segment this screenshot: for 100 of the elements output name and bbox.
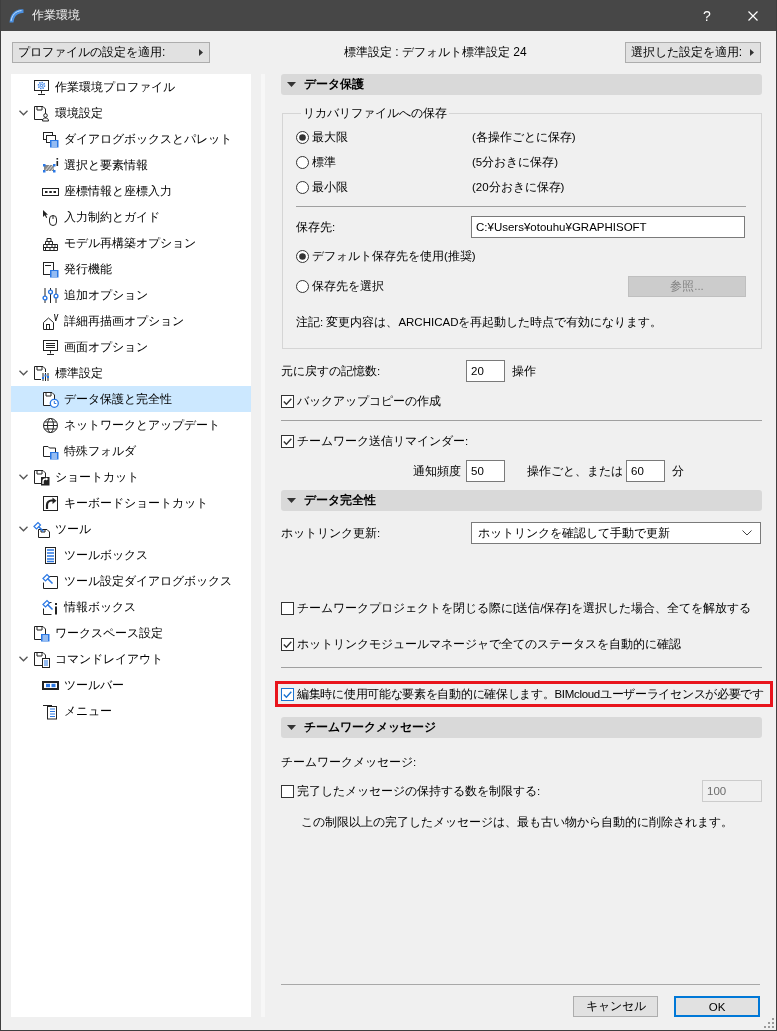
note-text: この制限以上の完了したメッセージは、最も古い物から自動的に削除されます。	[301, 814, 733, 830]
tree-item[interactable]: ツール設定ダイアログボックス	[11, 568, 251, 594]
section-header[interactable]: チームワークメッセージ	[281, 717, 762, 738]
tree-item[interactable]: ネットワークとアップデート	[11, 412, 251, 438]
unit-label: 操作ごと、または	[527, 463, 623, 479]
checkbox-label: チームワーク送信リマインダー:	[297, 433, 469, 449]
radio-button[interactable]	[296, 280, 309, 293]
number-field[interactable]: 50	[466, 460, 505, 482]
window-title: 作業環境	[32, 7, 80, 24]
tree-item[interactable]: メニュー	[11, 698, 251, 724]
tree-item[interactable]: 詳細再描画オプション	[11, 308, 251, 334]
tree-item[interactable]: 発行機能	[11, 256, 251, 282]
tree-item[interactable]: 情報ボックス	[11, 594, 251, 620]
menu-list-icon	[42, 702, 59, 720]
chevron-down-icon[interactable]	[19, 110, 28, 116]
checkbox[interactable]	[281, 434, 294, 448]
field-label: ホットリンク更新:	[281, 525, 381, 541]
checkbox[interactable]	[281, 394, 294, 408]
unit-label: 分	[672, 463, 684, 479]
caret-down-icon	[287, 725, 296, 730]
checkbox[interactable]	[281, 687, 294, 701]
chevron-down-icon[interactable]	[19, 656, 28, 662]
chevron-down-icon[interactable]	[19, 370, 28, 376]
current-profile-label: 標準設定 : デフォルト標準設定 24	[344, 44, 527, 61]
tree-item[interactable]: 入力制約とガイド	[11, 204, 251, 230]
unit-label: 操作	[512, 363, 536, 379]
tree-item[interactable]: ツールバー	[11, 672, 251, 698]
close-icon	[748, 10, 758, 21]
floppy-clock-icon	[42, 390, 59, 408]
apply-profile-button[interactable]: プロファイルの設定を適用:	[12, 42, 210, 63]
tree-item[interactable]: データ保護と完全性	[11, 386, 251, 412]
tree-item[interactable]: ツールボックス	[11, 542, 251, 568]
radio-button[interactable]	[296, 131, 309, 144]
hammer-info-icon	[42, 598, 59, 616]
radio-label: 保存先を選択	[312, 279, 384, 294]
dropdown[interactable]: ホットリンクを確認して手動で更新	[471, 522, 761, 544]
document-list-icon	[42, 260, 59, 278]
path-field[interactable]: C:¥Users¥otouhu¥GRAPHISOFT	[471, 216, 745, 238]
tree-item[interactable]: モデル再構築オプション	[11, 230, 251, 256]
checkbox[interactable]	[281, 601, 294, 615]
section-header[interactable]: データ保護	[281, 74, 762, 95]
floppy-person-icon	[33, 104, 50, 122]
monitor-icon	[42, 338, 59, 356]
checkbox-label: 編集時に使用可能な要素を自動的に確保します。BIMcloudユーザーライセンスが必要です	[297, 686, 764, 702]
sliders-icon	[42, 286, 59, 304]
tree-item[interactable]: ショートカット	[11, 464, 251, 490]
dialog-button[interactable]: OK	[674, 996, 760, 1017]
section-header[interactable]: データ完全性	[281, 490, 762, 511]
monitor-gear-icon	[33, 78, 50, 96]
chevron-down-icon	[742, 530, 752, 536]
number-field[interactable]: 60	[626, 460, 665, 482]
chevron-down-icon[interactable]	[19, 526, 28, 532]
dialog-button[interactable]: キャンセル	[573, 996, 658, 1017]
radio-button[interactable]	[296, 181, 309, 194]
floppy-arrow-icon	[33, 468, 50, 486]
tree-item[interactable]: ダイアログボックスとパレット	[11, 126, 251, 152]
apply-selected-button[interactable]: 選択した設定を適用:	[624, 42, 761, 63]
caret-down-icon	[287, 82, 296, 87]
toolbox-panel-icon	[42, 546, 59, 564]
caret-down-icon	[287, 498, 296, 503]
hammer-box-icon	[42, 572, 59, 590]
checkbox[interactable]	[281, 637, 294, 651]
tree-item[interactable]: 座標情報と座標入力	[11, 178, 251, 204]
checkbox-label: バックアップコピーの作成	[297, 393, 441, 409]
tree-item[interactable]: ツール	[11, 516, 251, 542]
tree-item[interactable]: ワークスペース設定	[11, 620, 251, 646]
group-title: リカバリファイルへの保存	[302, 106, 448, 120]
checkbox-label: チームワークプロジェクトを閉じる際に[送信/保存]を選択した場合、全てを解放する	[297, 600, 751, 616]
help-button[interactable]: ?	[684, 0, 730, 31]
radio-label: 最大限	[312, 130, 348, 145]
hint-text: (各操作ごとに保存)	[472, 130, 576, 145]
arc-logo-icon	[8, 7, 25, 24]
tree-item[interactable]: キーボードショートカット	[11, 490, 251, 516]
chevron-down-icon[interactable]	[19, 474, 28, 480]
tree-item[interactable]: 標準設定	[11, 360, 251, 386]
hammer-floppy-icon	[33, 520, 50, 538]
globe-icon	[42, 416, 59, 434]
number-field[interactable]: 20	[466, 360, 505, 382]
house-pen-icon	[42, 312, 59, 330]
floppy-list-icon	[33, 624, 50, 642]
hatched-selection-icon	[42, 156, 59, 174]
radio-button[interactable]	[296, 156, 309, 169]
caret-right-icon	[199, 49, 203, 56]
tree-item[interactable]: 作業環境プロファイル	[11, 74, 251, 100]
note-text: 注記: 変更内容は、ARCHICADを再起動した時点で有効になります。	[296, 314, 663, 330]
tree-item[interactable]: コマンドレイアウト	[11, 646, 251, 672]
tree-item[interactable]: 選択と要素情報	[11, 152, 251, 178]
tree-item[interactable]: 特殊フォルダ	[11, 438, 251, 464]
windows-list-icon	[42, 130, 59, 148]
tree-item[interactable]: 環境設定	[11, 100, 251, 126]
checkbox-label: ホットリンクモジュールマネージャで全てのステータスを自動的に確認	[297, 636, 681, 652]
radio-button[interactable]	[296, 250, 309, 263]
resize-grip-icon[interactable]	[764, 1018, 774, 1028]
field-label: 保存先:	[296, 219, 336, 235]
tree-item[interactable]: 追加オプション	[11, 282, 251, 308]
tree-item[interactable]: 画面オプション	[11, 334, 251, 360]
floppy-document-icon	[33, 650, 50, 668]
floppy-sliders-icon	[33, 364, 50, 382]
field-label: 元に戻すの記憶数:	[281, 363, 381, 379]
radio-label: 標準	[312, 155, 336, 170]
